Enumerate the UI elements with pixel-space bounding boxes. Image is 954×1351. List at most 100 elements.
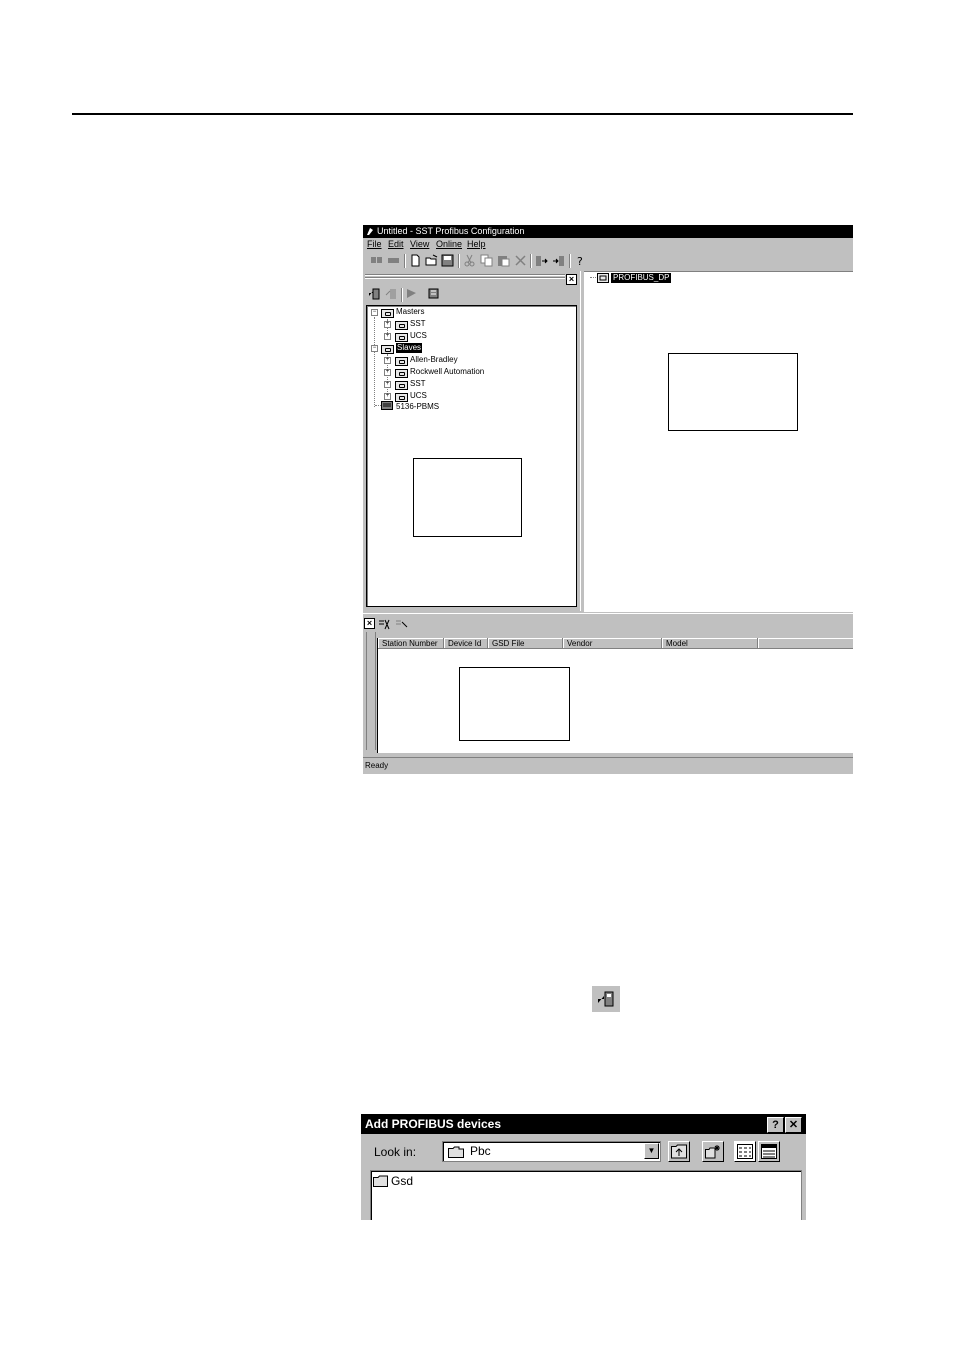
library-icon[interactable] [427, 287, 440, 300]
tree-node-masters-ucs[interactable]: UCS [410, 331, 427, 341]
up-one-level-button[interactable] [668, 1141, 690, 1162]
menu-online[interactable]: Online [436, 238, 462, 251]
look-in-dropdown[interactable]: Pbc ▼ [442, 1141, 661, 1162]
menu-edit[interactable]: Edit [388, 238, 404, 251]
device-tree[interactable]: − Masters + SST + UCS − Slaves + Allen-B… [366, 305, 577, 607]
add-profibus-devices-dialog: Add PROFIBUS devices ? ✕ Look in: Pbc ▼ … [361, 1114, 806, 1220]
toolbar-separator [458, 254, 460, 268]
new-folder-icon [705, 1145, 720, 1159]
network-root-profibus-dp[interactable]: PROFIBUS_DP [611, 273, 672, 283]
create-new-folder-button[interactable] [702, 1141, 724, 1162]
new-icon[interactable] [409, 254, 422, 267]
page-top-rule [72, 113, 853, 115]
upload-icon[interactable] [552, 254, 565, 267]
folder-icon [448, 1146, 464, 1158]
panel-grip[interactable] [366, 632, 376, 750]
toolbar-separator [569, 254, 571, 268]
device-list[interactable]: Station Number Device Id GSD File Vendor… [377, 638, 853, 753]
device-icon [381, 401, 393, 410]
expand-icon[interactable]: + [384, 393, 391, 400]
chevron-down-icon[interactable]: ▼ [644, 1143, 659, 1159]
network-view-panel[interactable]: PROFIBUS_DP [584, 271, 853, 612]
tree-node-5136-pbms[interactable]: 5136-PBMS [396, 402, 439, 412]
file-list[interactable]: Gsd [370, 1170, 802, 1220]
download-icon[interactable] [535, 254, 548, 267]
callout-box [459, 667, 570, 741]
status-text: Ready [365, 761, 389, 770]
tree-node-slaves-sst[interactable]: SST [410, 379, 426, 389]
dialog-help-button[interactable]: ? [767, 1117, 784, 1133]
device-library-panel: × − Masters + SST + UCS − Slaves + Allen… [363, 271, 581, 611]
network-icon [597, 273, 609, 283]
folder-icon [395, 321, 408, 330]
expand-icon[interactable]: + [384, 333, 391, 340]
remove-device-icon[interactable] [385, 287, 398, 300]
tree-node-allen-bradley[interactable]: Allen-Bradley [410, 355, 458, 365]
help-icon[interactable]: ? [574, 254, 587, 267]
dialog-title-bar: Add PROFIBUS devices ? ✕ [361, 1114, 806, 1134]
menu-bar: File Edit View Online Help [363, 238, 853, 251]
menu-help[interactable]: Help [467, 238, 486, 251]
folder-icon [395, 393, 408, 402]
open-icon[interactable] [425, 254, 438, 267]
collapse-icon[interactable]: − [371, 309, 378, 316]
tree-line [374, 317, 375, 407]
panel-grip[interactable] [365, 274, 565, 276]
save-icon[interactable] [441, 254, 454, 267]
callout-box [668, 353, 798, 431]
tree-node-slaves-ucs[interactable]: UCS [410, 391, 427, 401]
add-device-icon [598, 991, 614, 1007]
add-device-button[interactable] [592, 986, 620, 1012]
paste-icon[interactable] [497, 254, 510, 267]
svg-text:?: ? [577, 255, 583, 267]
list-view-button[interactable] [734, 1141, 756, 1162]
column-vendor[interactable]: Vendor [563, 638, 662, 649]
collapse-icon[interactable]: − [371, 345, 378, 352]
sst-profibus-window: Untitled - SST Profibus Configuration Fi… [363, 225, 853, 774]
menu-file[interactable]: File [367, 238, 382, 251]
dialog-title: Add PROFIBUS devices [365, 1117, 502, 1131]
panel-grip[interactable] [365, 277, 565, 279]
toolbar-separator [404, 254, 406, 268]
dialog-close-button[interactable]: ✕ [785, 1117, 802, 1133]
tree-node-slaves[interactable]: Slaves [396, 343, 423, 353]
column-gsd-file[interactable]: GSD File [488, 638, 563, 649]
expand-icon[interactable]: + [384, 357, 391, 364]
callout-box [413, 458, 522, 537]
folder-icon [381, 345, 394, 354]
expand-icon[interactable]: + [384, 321, 391, 328]
cut-icon[interactable] [463, 254, 476, 267]
file-item-gsd[interactable]: Gsd [391, 1174, 413, 1188]
disconnect-icon[interactable] [387, 254, 400, 267]
column-model[interactable]: Model [662, 638, 758, 649]
expand-icon[interactable]: + [384, 381, 391, 388]
details-view-icon [761, 1144, 777, 1159]
folder-icon [395, 369, 408, 378]
window-title: Untitled - SST Profibus Configuration [377, 226, 525, 236]
details-view-button[interactable] [758, 1141, 780, 1162]
close-icon[interactable]: × [566, 274, 577, 285]
menu-view[interactable]: View [410, 238, 429, 251]
properties-icon[interactable] [378, 618, 391, 631]
connect-icon[interactable] [370, 254, 383, 267]
close-icon[interactable]: × [364, 618, 375, 629]
tree-node-masters-sst[interactable]: SST [410, 319, 426, 329]
column-station-number[interactable]: Station Number [378, 638, 444, 649]
title-bar: Untitled - SST Profibus Configuration [363, 225, 853, 238]
column-device-id[interactable]: Device Id [444, 638, 488, 649]
up-folder-icon [671, 1144, 687, 1159]
properties-icon[interactable] [405, 287, 418, 300]
list-view-icon [737, 1144, 753, 1159]
add-device-icon[interactable] [368, 287, 381, 300]
look-in-value: Pbc [470, 1144, 491, 1158]
column-empty [758, 638, 853, 649]
copy-icon[interactable] [480, 254, 493, 267]
tree-node-masters[interactable]: Masters [396, 307, 424, 317]
remove-device-icon[interactable] [395, 618, 408, 631]
folder-icon [373, 1175, 388, 1187]
tree-node-rockwell-automation[interactable]: Rockwell Automation [410, 367, 484, 377]
expand-icon[interactable]: + [384, 369, 391, 376]
delete-icon[interactable] [514, 254, 527, 267]
status-bar: Ready [363, 757, 853, 774]
folder-icon [395, 333, 408, 342]
